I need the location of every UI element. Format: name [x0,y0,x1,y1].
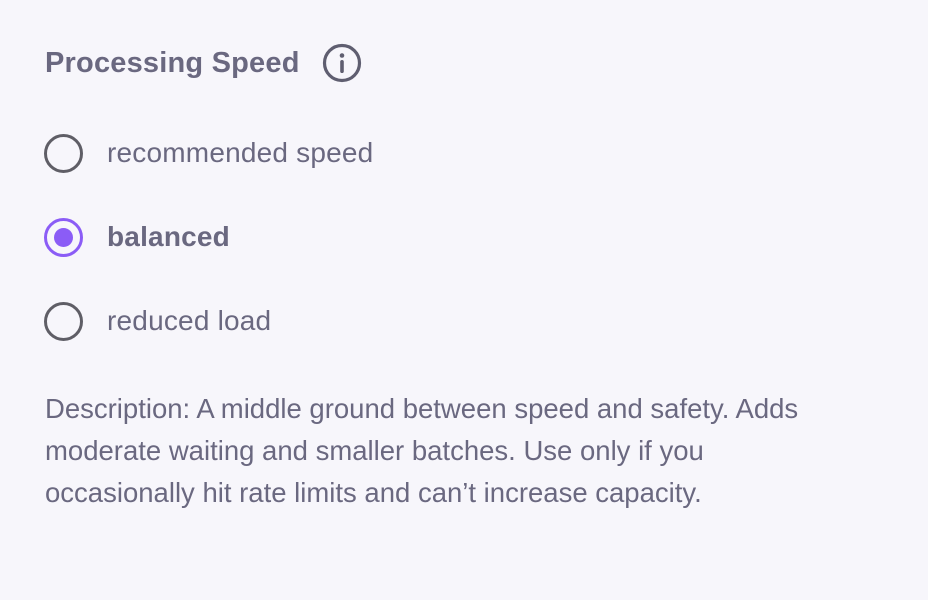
radio-option-reduced-load[interactable]: reduced load [44,299,271,343]
radio-label-reduced-load: reduced load [107,305,272,336]
radio-label-recommended-speed: recommended speed [107,137,374,168]
section-title: Processing Speed [45,46,300,79]
radio-option-balanced[interactable]: balanced [44,215,230,259]
radio-button-recommended-speed[interactable] [44,133,83,173]
processing-speed-panel: Processing Speed recommended speed balan… [0,0,928,600]
radio-selected-dot [54,227,73,247]
info-icon[interactable] [322,43,362,83]
radio-label-balanced: balanced [107,221,230,252]
radio-button-reduced-load[interactable] [44,301,83,341]
option-description: Description: A middle ground between spe… [45,393,799,508]
radio-option-recommended-speed[interactable]: recommended speed [44,131,373,175]
section-header: Processing Speed [45,41,362,85]
radio-button-balanced[interactable] [44,217,83,257]
